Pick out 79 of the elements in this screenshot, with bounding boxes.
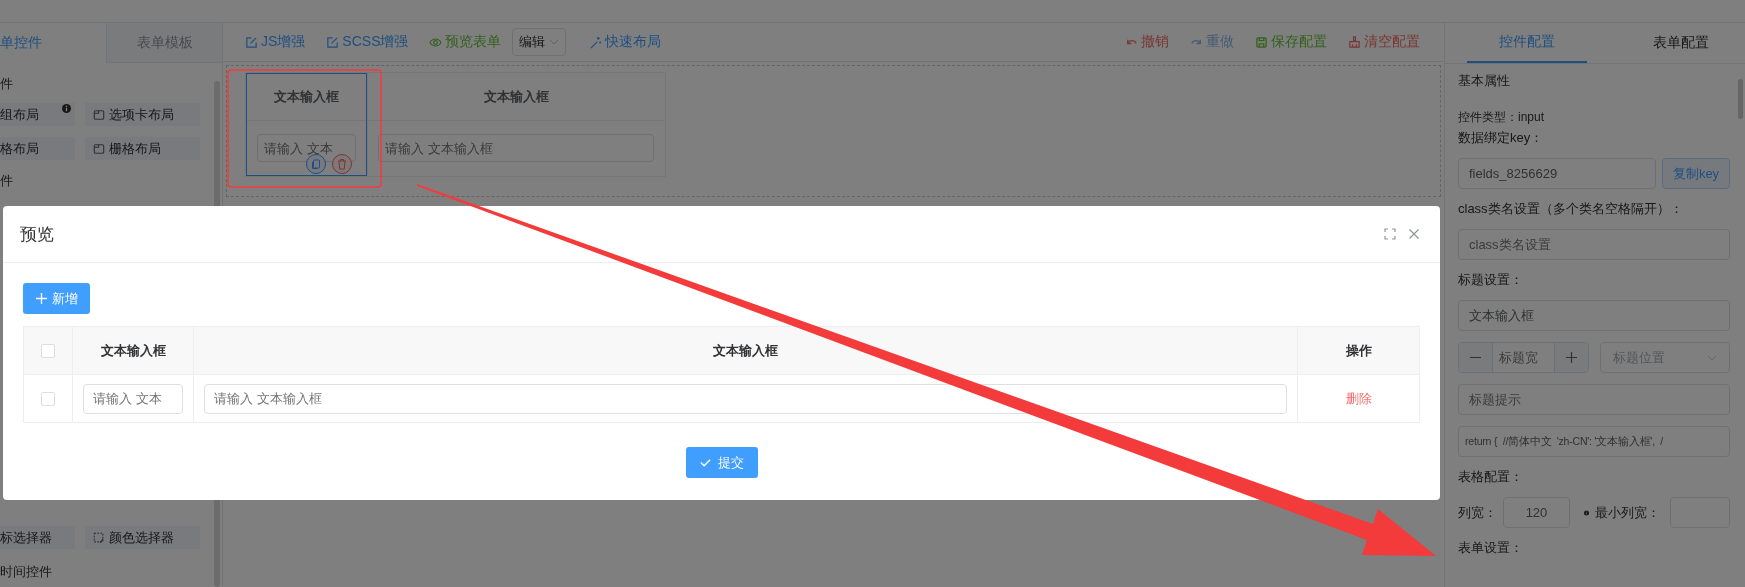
plus-icon[interactable] xyxy=(1555,343,1588,372)
title-field[interactable]: 文本输入框 xyxy=(1458,300,1730,331)
delete-icon[interactable] xyxy=(332,154,352,174)
column-header: 操作 xyxy=(1297,327,1419,375)
field-label: class类名设置（多个类名空格隔开）： xyxy=(1458,200,1684,218)
submit-button[interactable]: 提交 xyxy=(685,447,758,478)
toolbar-button[interactable]: 预览表单 xyxy=(429,33,502,51)
save-icon xyxy=(1255,35,1268,49)
close-icon[interactable] xyxy=(1408,228,1420,240)
widget-type-text: 控件类型：input xyxy=(1458,109,1546,126)
mode-select[interactable]: 编辑 xyxy=(512,28,567,56)
table-column[interactable]: 文本输入框 请输入 文本 xyxy=(246,73,367,176)
text-input[interactable]: 请输入 文本 xyxy=(257,134,356,162)
toolbar-button[interactable]: SCSS增强 xyxy=(326,33,409,51)
section-heading: 件 xyxy=(0,172,14,190)
widget-item[interactable]: 组布局 xyxy=(0,103,75,126)
scrollbar[interactable] xyxy=(1738,79,1743,119)
column-header: 文本输入框 xyxy=(368,74,664,121)
column-width-field[interactable]: 120 xyxy=(1503,497,1570,528)
checkbox[interactable] xyxy=(41,391,55,406)
field-label: 数据绑定key： xyxy=(1458,129,1545,147)
class-field[interactable]: class类名设置 xyxy=(1458,229,1730,260)
dialog-title: 预览 xyxy=(20,223,54,246)
window-icon xyxy=(93,108,105,121)
copy-icon[interactable] xyxy=(306,154,326,174)
text-input[interactable]: 请输入 文本输入框 xyxy=(378,134,654,162)
field-label: 标题设置： xyxy=(1458,271,1524,289)
column-header: 文本输入框 xyxy=(247,74,366,121)
toolbar-button[interactable]: 快速布局 xyxy=(589,33,662,51)
panel-tab[interactable]: 表单配置 xyxy=(1587,23,1745,63)
section-heading: 件 xyxy=(0,75,14,93)
wand-icon xyxy=(589,35,603,49)
widget-item[interactable]: 选项卡布局 xyxy=(85,103,200,126)
widget-label: 组布局 xyxy=(0,105,39,124)
chevron-down-icon xyxy=(1707,354,1717,361)
check-icon xyxy=(699,456,712,469)
toolbar-button[interactable]: JS增强 xyxy=(245,33,306,51)
widget-label: 颜色选择器 xyxy=(109,528,174,547)
edit-icon xyxy=(326,35,340,49)
column-header: 文本输入框 xyxy=(72,327,193,375)
plus-icon xyxy=(35,292,48,305)
table-column[interactable]: 文本输入框 请输入 文本输入框 xyxy=(367,73,665,176)
edit-icon xyxy=(245,35,258,49)
widget-label: 选项卡布局 xyxy=(109,105,174,124)
section-heading: 基本属性 xyxy=(1458,72,1511,90)
field-label: 表格配置： xyxy=(1458,468,1524,486)
title-width-stepper[interactable]: 标题宽 xyxy=(1458,342,1589,373)
widget-item[interactable]: 颜色选择器 xyxy=(85,526,200,549)
field-label: 表单设置： xyxy=(1458,539,1524,557)
column-header: 文本输入框 xyxy=(193,327,1297,375)
widget-item[interactable]: 格布局 xyxy=(0,137,75,160)
widget-item[interactable]: 标选择器 xyxy=(0,526,75,549)
widget-label: 栅格布局 xyxy=(109,139,161,158)
i18n-field[interactable]: return { //简体中文 'zh-CN': '文本输入框', / xyxy=(1458,426,1730,457)
title-tip-field[interactable]: 标题提示 xyxy=(1458,384,1730,415)
text-input[interactable]: 请输入 文本 xyxy=(83,383,183,414)
fullscreen-icon[interactable] xyxy=(1384,228,1396,240)
widget-label: 标选择器 xyxy=(0,528,52,547)
field-label: 列宽： xyxy=(1458,503,1497,522)
eye-icon xyxy=(429,35,443,49)
toolbar-button[interactable]: 重做 xyxy=(1190,33,1234,51)
text-input[interactable]: 请输入 文本输入框 xyxy=(204,383,1287,414)
section-heading: 时间控件 xyxy=(0,563,53,581)
window-icon xyxy=(93,142,105,155)
toolbar-button[interactable]: 保存配置 xyxy=(1255,33,1327,51)
toolbar-button[interactable]: 清空配置 xyxy=(1348,33,1420,51)
field-label: 最小列宽： xyxy=(1595,503,1660,522)
add-button[interactable]: 新增 xyxy=(23,283,90,314)
chevron-down-icon xyxy=(549,39,560,45)
widget-label: 格布局 xyxy=(0,139,39,158)
checkbox[interactable] xyxy=(41,343,55,358)
copy-key-button[interactable]: 复制key xyxy=(1662,158,1730,189)
delete-link[interactable]: 删除 xyxy=(1345,389,1372,408)
color-picker-icon xyxy=(93,531,105,544)
panel-tab[interactable]: 控件配置 xyxy=(1467,23,1587,63)
widget-item[interactable]: 栅格布局 xyxy=(85,137,200,160)
toolbar-button[interactable]: 撤销 xyxy=(1125,33,1169,51)
key-field[interactable]: fields_8256629 xyxy=(1458,158,1656,189)
broom-icon xyxy=(1348,35,1361,49)
